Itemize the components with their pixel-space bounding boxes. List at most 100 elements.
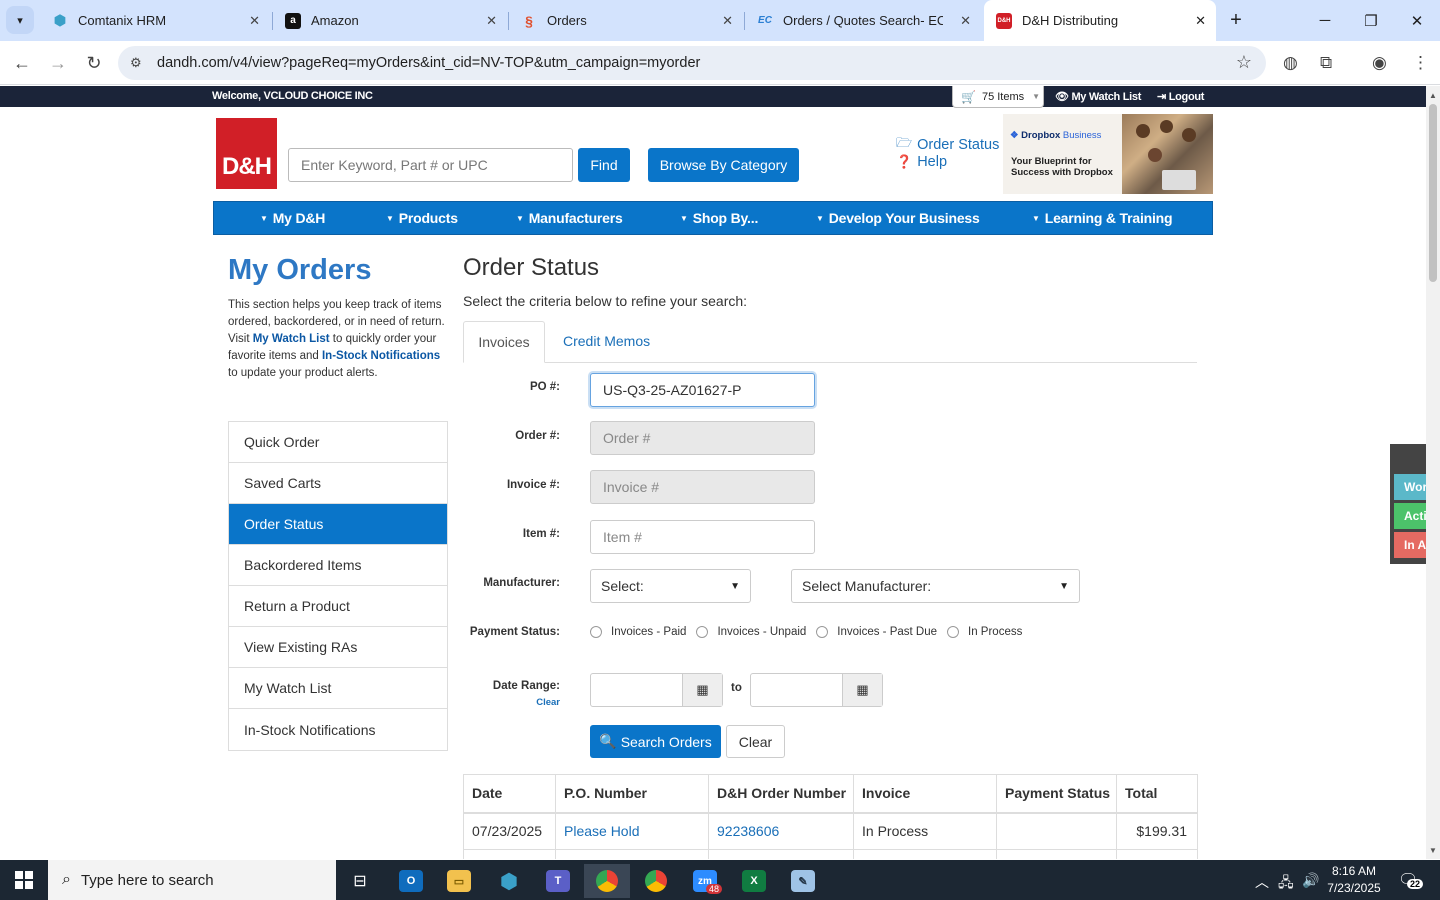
watch-list-link[interactable]: 👁 My Watch List	[1055, 90, 1141, 103]
reload-icon[interactable]: ↻	[80, 49, 108, 77]
site-info-icon[interactable]: ⚙	[130, 55, 142, 71]
minimize-icon[interactable]: ─	[1302, 0, 1348, 41]
nav-develop-business[interactable]: ▼ Develop Your Business	[816, 210, 980, 226]
taskbar-clock[interactable]: 8:16 AM 7/23/2025	[1318, 863, 1390, 897]
radio-circle[interactable]	[696, 626, 709, 638]
chrome-icon[interactable]	[584, 864, 630, 898]
manufacturer-type-select[interactable]: Select: ▼	[590, 569, 751, 603]
calendar-icon[interactable]: ▦	[842, 674, 882, 706]
browse-by-category-button[interactable]: Browse By Category	[648, 148, 799, 182]
menu-order-status[interactable]: Order Status	[229, 504, 447, 545]
date-from-input[interactable]: ▦	[590, 673, 723, 707]
col-payment-status[interactable]: Payment Status	[996, 774, 1117, 814]
menu-backordered-items[interactable]: Backordered Items	[229, 545, 447, 586]
file-explorer-icon[interactable]: ▭	[436, 864, 482, 898]
status-inactive[interactable]: In Active	[1394, 532, 1426, 558]
volume-icon[interactable]: 🔊	[1302, 872, 1319, 889]
nav-manufacturers[interactable]: ▼ Manufacturers	[516, 210, 623, 226]
menu-quick-order[interactable]: Quick Order	[229, 422, 447, 463]
col-po-number[interactable]: P.O. Number	[555, 774, 709, 814]
tab-search-chevron-icon[interactable]: ▾	[6, 6, 34, 34]
chrome-profile-icon[interactable]	[633, 864, 679, 898]
nav-shop-by[interactable]: ▼ Shop By...	[680, 210, 758, 226]
clear-button[interactable]: Clear	[726, 725, 785, 758]
hrm-app-icon[interactable]: ⬢	[486, 864, 532, 898]
close-tab-icon[interactable]: ✕	[486, 13, 497, 29]
extensions-puzzle-icon[interactable]: ⧉	[1320, 53, 1332, 73]
windows-start-icon[interactable]	[0, 860, 48, 900]
po-number-input[interactable]	[590, 373, 815, 407]
cell-po-number[interactable]: Please Hold	[555, 812, 709, 850]
intro-watch-list-link[interactable]: My Watch List	[253, 333, 330, 345]
radio-invoices-unpaid[interactable]: Invoices - Unpaid	[696, 626, 806, 638]
manufacturer-select[interactable]: Select Manufacturer: ▼	[791, 569, 1080, 603]
close-tab-icon[interactable]: ✕	[960, 13, 971, 29]
logout-link[interactable]: ⇥ Logout	[1157, 90, 1204, 103]
tray-chevron-up-icon[interactable]: ︿	[1255, 872, 1269, 892]
radio-circle[interactable]	[590, 626, 602, 638]
new-tab-icon[interactable]: +	[1224, 8, 1248, 32]
back-arrow-icon[interactable]: ←	[8, 49, 36, 77]
dropbox-ad-banner[interactable]: ❖ Dropbox Business Your Blueprint for Su…	[1003, 114, 1213, 194]
radio-invoices-past-due[interactable]: Invoices - Past Due	[816, 626, 937, 638]
status-active[interactable]: Active	[1394, 503, 1426, 529]
tab-invoices[interactable]: Invoices	[463, 321, 545, 363]
close-window-icon[interactable]: ✕	[1394, 0, 1440, 41]
search-orders-button[interactable]: 🔍 Search Orders	[590, 725, 721, 758]
dh-logo[interactable]: D&H	[216, 118, 277, 189]
close-tab-icon[interactable]: ✕	[1195, 13, 1206, 29]
keyword-search-input[interactable]	[288, 148, 573, 182]
item-number-input[interactable]	[590, 520, 815, 554]
help-link[interactable]: ❓ Help	[896, 154, 947, 170]
page-scrollbar[interactable]: ▲ ▼	[1426, 86, 1440, 859]
profile-avatar-icon[interactable]: ◉	[1372, 53, 1387, 73]
close-tab-icon[interactable]: ✕	[249, 13, 260, 29]
kebab-menu-icon[interactable]: ⋮	[1412, 53, 1429, 73]
bookmark-star-icon[interactable]: ☆	[1236, 52, 1252, 73]
menu-instock-notifications[interactable]: In-Stock Notifications	[229, 709, 447, 750]
teams-icon[interactable]: T	[535, 864, 581, 898]
notification-center-icon[interactable]: 🗨22	[1398, 870, 1424, 890]
translate-globe-icon[interactable]: ◍	[1283, 53, 1298, 73]
task-view-icon[interactable]: ⊟	[337, 864, 383, 898]
col-date[interactable]: Date	[463, 774, 556, 814]
status-working[interactable]: Working	[1394, 474, 1426, 500]
radio-invoices-paid[interactable]: Invoices - Paid	[590, 626, 686, 638]
browser-tab-comtanix[interactable]: ⬢ Comtanix HRM ✕	[40, 0, 270, 41]
col-invoice[interactable]: Invoice	[853, 774, 997, 814]
zoom-icon[interactable]: zm 48	[682, 864, 728, 898]
menu-saved-carts[interactable]: Saved Carts	[229, 463, 447, 504]
close-tab-icon[interactable]: ✕	[722, 13, 733, 29]
browser-tab-orders[interactable]: § Orders ✕	[509, 0, 743, 41]
order-number-input[interactable]	[590, 421, 815, 455]
notepad-icon[interactable]: ✎	[780, 864, 826, 898]
date-clear-link[interactable]: Clear	[450, 697, 560, 708]
restore-icon[interactable]: ❐	[1348, 0, 1394, 41]
browser-tab-ecexp[interactable]: EC Orders / Quotes Search- ECExp ✕	[745, 0, 981, 41]
network-icon[interactable]: 🖧	[1278, 872, 1294, 896]
excel-icon[interactable]: X	[731, 864, 777, 898]
radio-in-process[interactable]: In Process	[947, 626, 1022, 638]
address-bar[interactable]: ⚙ dandh.com/v4/view?pageReq=myOrders&int…	[118, 46, 1266, 80]
nav-learning-training[interactable]: ▼ Learning & Training	[1032, 210, 1173, 226]
menu-watch-list[interactable]: My Watch List	[229, 668, 447, 709]
col-dh-order-number[interactable]: D&H Order Number	[708, 774, 854, 814]
taskbar-search-box[interactable]: ⌕ Type here to search	[48, 860, 336, 900]
scroll-thumb[interactable]	[1429, 104, 1437, 282]
nav-products[interactable]: ▼ Products	[386, 210, 458, 226]
order-status-link[interactable]: 🗁 Order Status	[896, 134, 999, 156]
calendar-icon[interactable]: ▦	[682, 674, 722, 706]
radio-circle[interactable]	[816, 626, 829, 638]
date-to-input[interactable]: ▦	[750, 673, 883, 707]
tab-credit-memos[interactable]: Credit Memos	[563, 333, 650, 349]
browser-tab-amazon[interactable]: a Amazon ✕	[273, 0, 507, 41]
invoice-number-input[interactable]	[590, 470, 815, 504]
scroll-up-arrow-icon[interactable]: ▲	[1426, 88, 1440, 102]
nav-my-dh[interactable]: ▼ My D&H	[260, 210, 325, 226]
menu-existing-ras[interactable]: View Existing RAs	[229, 627, 447, 668]
intro-instock-link[interactable]: In-Stock Notifications	[322, 350, 440, 362]
forward-arrow-icon[interactable]: →	[44, 49, 72, 77]
radio-circle[interactable]	[947, 626, 960, 638]
outlook-icon[interactable]: O	[388, 864, 434, 898]
browser-tab-dh[interactable]: D&H D&H Distributing ✕	[984, 0, 1216, 41]
